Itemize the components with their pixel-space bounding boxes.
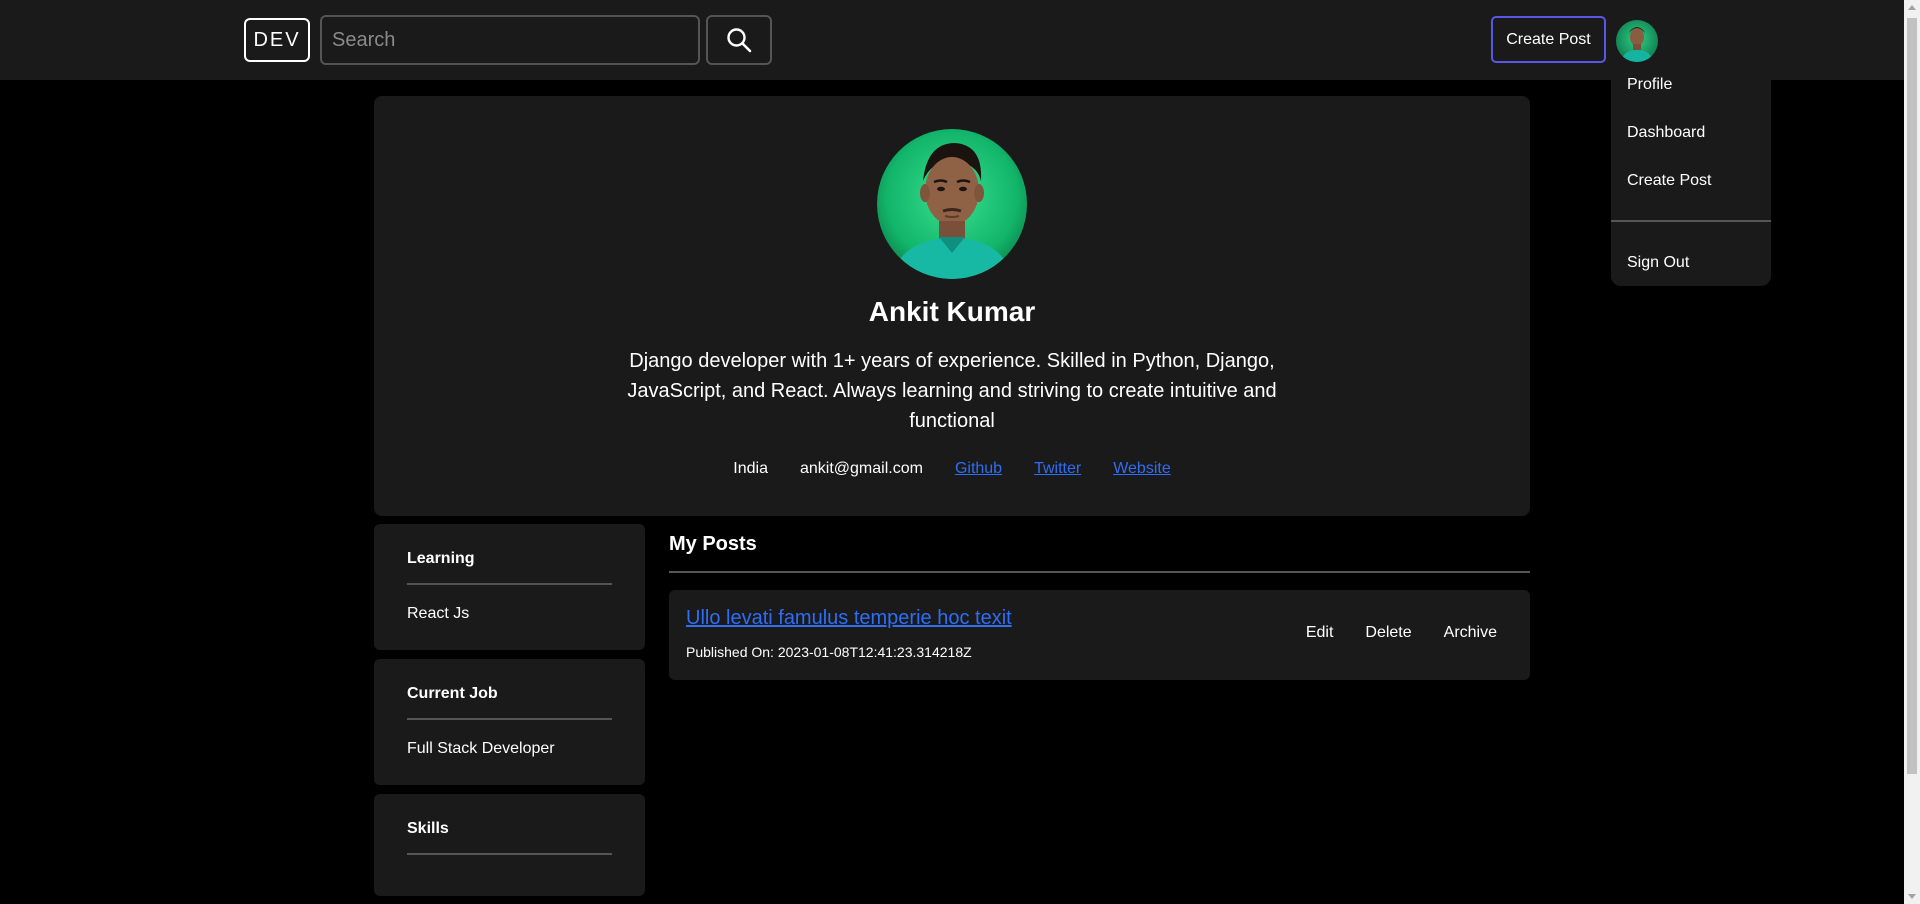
dev-logo[interactable]: DEV xyxy=(244,18,310,62)
profile-location: India xyxy=(733,460,768,477)
website-link[interactable]: Website xyxy=(1113,460,1171,478)
user-dropdown-menu: Profile Dashboard Create Post Sign Out xyxy=(1611,62,1771,286)
skills-card: Skills xyxy=(374,794,645,896)
profile-card: Ankit Kumar Django developer with 1+ yea… xyxy=(374,96,1530,516)
learning-card: Learning React Js xyxy=(374,524,645,650)
dropdown-item-profile[interactable]: Profile xyxy=(1627,76,1672,94)
search-input[interactable] xyxy=(320,15,700,65)
search-icon xyxy=(727,28,752,53)
current-job-title: Current Job xyxy=(407,685,498,702)
dropdown-divider xyxy=(1611,220,1771,222)
current-job-value: Full Stack Developer xyxy=(407,740,555,757)
avatar[interactable] xyxy=(1616,20,1658,62)
current-job-divider xyxy=(407,718,612,720)
my-posts-divider xyxy=(669,571,1530,573)
edit-post-button[interactable]: Edit xyxy=(1306,624,1334,642)
dropdown-item-dashboard[interactable]: Dashboard xyxy=(1627,124,1705,142)
post-card: Ullo levati famulus temperie hoc texit P… xyxy=(669,590,1530,680)
profile-meta: India ankit@gmail.com Github Twitter Web… xyxy=(374,460,1530,478)
avatar-image xyxy=(1616,20,1658,62)
dropdown-item-create-post[interactable]: Create Post xyxy=(1627,172,1711,190)
post-title-link[interactable]: Ullo levati famulus temperie hoc texit xyxy=(686,607,1012,630)
delete-post-button[interactable]: Delete xyxy=(1365,624,1411,642)
twitter-link[interactable]: Twitter xyxy=(1034,460,1081,478)
profile-name: Ankit Kumar xyxy=(868,296,1036,327)
search-button[interactable] xyxy=(706,15,772,65)
archive-post-button[interactable]: Archive xyxy=(1444,624,1497,642)
learning-divider xyxy=(407,583,612,585)
post-actions: Edit Delete Archive xyxy=(1306,624,1497,642)
learning-title: Learning xyxy=(407,550,475,567)
dropdown-item-sign-out[interactable]: Sign Out xyxy=(1627,254,1689,272)
profile-photo xyxy=(877,129,1027,279)
scroll-up-arrow-icon[interactable] xyxy=(1908,5,1916,10)
current-job-card: Current Job Full Stack Developer xyxy=(374,659,645,785)
profile-avatar xyxy=(877,129,1027,279)
skills-title: Skills xyxy=(407,820,449,837)
scroll-down-arrow-icon[interactable] xyxy=(1908,894,1916,899)
create-post-button[interactable]: Create Post xyxy=(1491,16,1606,63)
my-posts-heading: My Posts xyxy=(669,533,757,555)
profile-email: ankit@gmail.com xyxy=(799,460,923,477)
github-link[interactable]: Github xyxy=(955,460,1002,478)
learning-value: React Js xyxy=(407,605,470,622)
profile-bio: Django developer with 1+ years of experi… xyxy=(627,350,1277,432)
post-published-date: Published On: 2023-01-08T12:41:23.314218… xyxy=(686,644,972,660)
page-scrollbar[interactable] xyxy=(1904,0,1920,904)
scrollbar-thumb[interactable] xyxy=(1907,18,1917,774)
skills-divider xyxy=(407,853,612,855)
